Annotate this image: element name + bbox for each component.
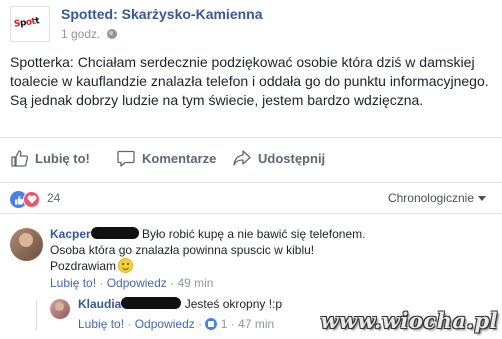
replier-name[interactable]: Klaudia	[78, 297, 121, 311]
comment-like-link[interactable]: Lubię to!	[50, 276, 96, 290]
post-text: Spotterka: Chciałam serdecznie podziękow…	[10, 54, 489, 108]
page-logo: Spott	[13, 16, 40, 30]
like-button-label: Lubię to!	[35, 151, 90, 166]
reply-reply-link[interactable]: Odpowiedz	[135, 317, 195, 331]
comment-text-line: Osoba która go znalazła powinna spuscic …	[50, 243, 315, 257]
post-action-bar: Lubię to! Komentarze Udostępnij	[0, 137, 502, 177]
comment-button[interactable]: Komentarze	[117, 150, 216, 167]
commenter-avatar[interactable]	[10, 228, 43, 261]
comment-text-line: Było robić kupę a nie bawić się telefone…	[142, 227, 366, 241]
post-meta: 1 godz.	[61, 27, 117, 41]
reply-like-count[interactable]: 1	[221, 317, 228, 331]
share-button[interactable]: Udostępnij	[233, 150, 325, 166]
redaction-bar	[121, 297, 182, 309]
smiley-emoji-icon	[118, 258, 134, 273]
comment-icon	[117, 150, 135, 167]
comment-text-line: Pozdrawiam	[50, 259, 117, 273]
like-button[interactable]: Lubię to!	[11, 150, 90, 167]
site-watermark: www.wiocha.pl	[320, 308, 498, 333]
reply-time[interactable]: 47 min	[238, 317, 274, 331]
share-button-label: Udostępnij	[258, 150, 326, 166]
thumbs-up-icon	[11, 150, 28, 167]
like-count-icon	[205, 318, 218, 330]
caret-down-icon	[478, 196, 486, 201]
commenter-name[interactable]: Kacper	[50, 227, 91, 241]
reply-text: Jesteś okropny !:p	[184, 297, 283, 311]
love-reaction-icon	[23, 191, 40, 208]
post-time[interactable]: 1 godz.	[61, 27, 100, 41]
globe-icon	[106, 29, 117, 39]
reaction-count[interactable]: 24	[47, 191, 60, 205]
page-avatar[interactable]: Spott	[10, 6, 50, 42]
comment-actions: Lubię to! · Odpowiedz · 49 min	[50, 276, 214, 290]
page-name-link[interactable]: Spotted: Skarżysko-Kamienna	[61, 6, 263, 22]
replier-avatar[interactable]	[50, 299, 70, 319]
comment-time[interactable]: 49 min	[177, 276, 213, 290]
comment-order-dropdown[interactable]: Chronologicznie	[388, 191, 486, 205]
reply-thread-line	[36, 300, 37, 330]
comment-body: Kacper Było robić kupę a nie bawić się t…	[50, 226, 490, 291]
comment-order-label: Chronologicznie	[387, 191, 474, 205]
comment-reply-link[interactable]: Odpowiedz	[107, 276, 167, 290]
reactions-bar: 24 Chronologicznie	[0, 182, 502, 214]
share-arrow-icon	[233, 150, 251, 166]
redaction-bar	[90, 227, 139, 239]
reply-like-link[interactable]: Lubię to!	[78, 317, 124, 331]
reaction-icons[interactable]	[10, 191, 46, 209]
comment-button-label: Komentarze	[142, 151, 217, 166]
